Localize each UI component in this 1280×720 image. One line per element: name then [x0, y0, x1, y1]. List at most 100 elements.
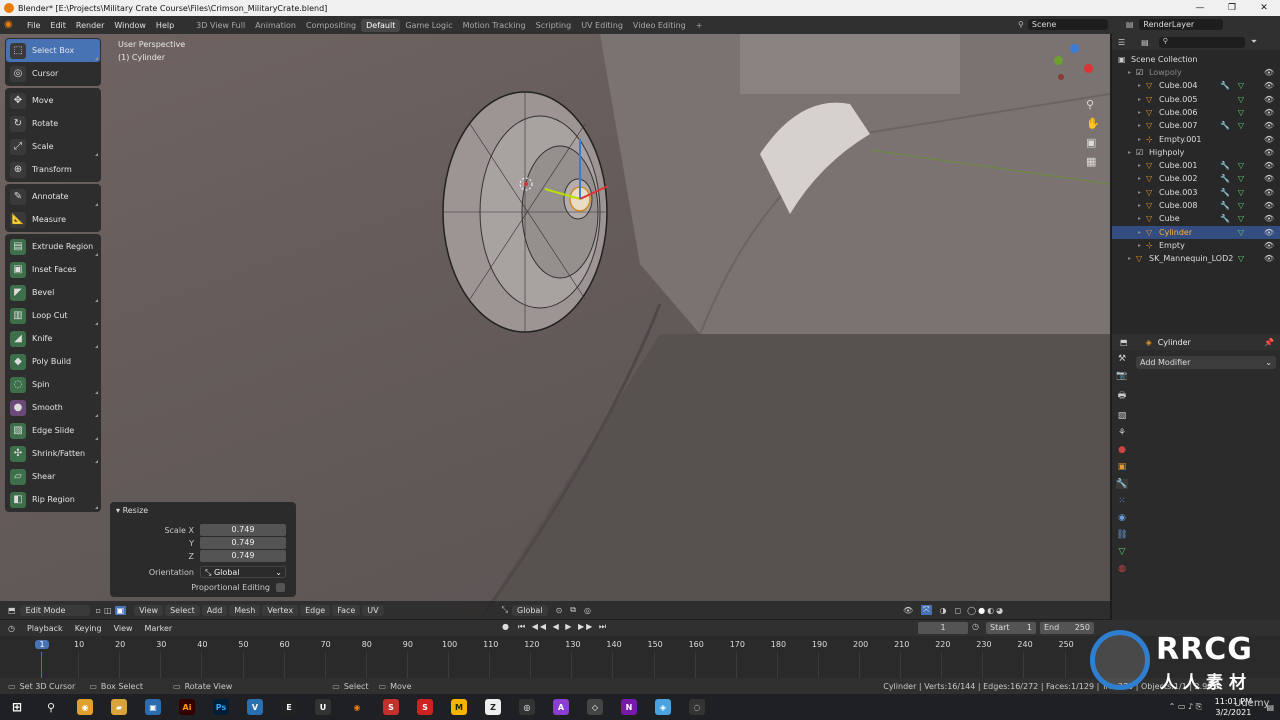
- tool-move[interactable]: ✥ Move: [6, 89, 100, 112]
- scene-collection-row[interactable]: ▣ Scene Collection: [1112, 53, 1280, 66]
- expand-toggle-icon[interactable]: ▸: [1138, 175, 1146, 182]
- marmoset-icon[interactable]: M: [451, 699, 467, 715]
- outliner-row[interactable]: ▸ ▽ Cube.008 🔧 ▽ 👁: [1112, 199, 1280, 212]
- workspace-tab-scripting[interactable]: Scripting: [531, 19, 577, 32]
- mesh-data-icon[interactable]: ▽: [1238, 254, 1244, 263]
- menu-edit[interactable]: Edit: [45, 21, 71, 30]
- outliner-editor-icon[interactable]: ☰: [1118, 38, 1125, 47]
- face-select-icon[interactable]: ▣: [114, 605, 127, 615]
- mesh-data-icon[interactable]: ▽: [1238, 201, 1244, 210]
- object-properties-icon[interactable]: ▣: [1118, 462, 1127, 472]
- timeline-menu-view[interactable]: View: [114, 624, 133, 633]
- outliner-row[interactable]: ▸ ▽ Cube.002 🔧 ▽ 👁: [1112, 172, 1280, 185]
- visibility-eye-icon[interactable]: 👁: [1264, 108, 1274, 117]
- outliner-row[interactable]: ▸ ⊹ Empty.001 👁: [1112, 133, 1280, 146]
- visibility-eye-icon[interactable]: 👁: [1264, 95, 1274, 104]
- record-icon[interactable]: ●: [502, 622, 509, 631]
- tool-poly-build[interactable]: ◆ Poly Build: [6, 350, 100, 373]
- expand-toggle-icon[interactable]: ▸: [1138, 136, 1146, 143]
- timeline-editor-icon[interactable]: ◷: [8, 624, 15, 633]
- substance-designer-icon[interactable]: S: [417, 699, 433, 715]
- edge-select-icon[interactable]: ◫: [104, 606, 112, 615]
- modifier-icon[interactable]: 🔧: [1220, 214, 1230, 223]
- vertex-select-icon[interactable]: ▫: [96, 606, 101, 615]
- visibility-eye-icon[interactable]: 👁: [1264, 201, 1274, 210]
- timeline-menu-playback[interactable]: Playback: [27, 624, 63, 633]
- wireframe-shading-icon[interactable]: ◯: [967, 606, 976, 615]
- output-properties-icon[interactable]: 🖶: [1118, 388, 1127, 404]
- menu-file[interactable]: File: [22, 21, 45, 30]
- overlay-toggle-icon[interactable]: ◑: [940, 606, 947, 615]
- world-properties-icon[interactable]: ●: [1118, 445, 1126, 455]
- tool-rip-region[interactable]: ◧ Rip Region: [6, 488, 100, 511]
- snap-icon[interactable]: ⧉: [570, 605, 576, 615]
- tool-measure[interactable]: 📐 Measure: [6, 208, 100, 231]
- collection-checkbox-icon[interactable]: ☑: [1136, 148, 1145, 157]
- mesh-data-icon[interactable]: ▽: [1238, 108, 1244, 117]
- header-menu-edge[interactable]: Edge: [300, 604, 331, 616]
- visibility-eye-icon[interactable]: 👁: [1264, 161, 1274, 170]
- tool-bevel[interactable]: ◤ Bevel: [6, 281, 100, 304]
- pivot-point-icon[interactable]: ⊙: [556, 606, 563, 615]
- tool-rotate[interactable]: ↻ Rotate: [6, 112, 100, 135]
- header-menu-view[interactable]: View: [134, 604, 164, 616]
- start-frame-field[interactable]: Start 1: [986, 622, 1036, 634]
- outliner-row[interactable]: ▸ ▽ Cube.001 🔧 ▽ 👁: [1112, 159, 1280, 172]
- workspace-tab-game-logic[interactable]: Game Logic: [400, 19, 457, 32]
- blender-taskbar-icon[interactable]: ◉: [349, 699, 365, 715]
- workspace-tab-animation[interactable]: Animation: [250, 19, 301, 32]
- tool-properties-icon[interactable]: ⚒: [1118, 354, 1126, 364]
- tray-icons[interactable]: ⌃ ▭ ♪ ⎘: [1169, 702, 1202, 712]
- menu-window[interactable]: Window: [109, 21, 151, 30]
- scale-x-field[interactable]: 0.749: [200, 524, 286, 536]
- visibility-icon[interactable]: 👁: [903, 606, 913, 615]
- mesh-data-icon[interactable]: ▽: [1238, 188, 1244, 197]
- render-properties-icon[interactable]: 📷: [1116, 371, 1127, 381]
- outliner-row[interactable]: ▸ ▽ Cube.005 ▽ 👁: [1112, 93, 1280, 106]
- outliner-row[interactable]: ▸ ▽ Cube.007 🔧 ▽ 👁: [1112, 119, 1280, 132]
- tool-shrink-fatten[interactable]: ✣ Shrink/Fatten: [6, 442, 100, 465]
- tool-extrude-region[interactable]: ▤ Extrude Region: [6, 235, 100, 258]
- expand-toggle-icon[interactable]: ▸: [1138, 189, 1146, 196]
- zoom-view-icon[interactable]: ⚲: [1086, 98, 1100, 111]
- outliner-row[interactable]: ▸ ⊹ Empty 👁: [1112, 239, 1280, 252]
- close-button[interactable]: ✕: [1248, 0, 1280, 16]
- modifier-icon[interactable]: 🔧: [1220, 188, 1230, 197]
- workspace-tab-compositing[interactable]: Compositing: [301, 19, 361, 32]
- orientation-dropdown[interactable]: ⤡ Global ⌄: [200, 566, 286, 578]
- visibility-eye-icon[interactable]: 👁: [1264, 68, 1274, 77]
- scale-y-field[interactable]: 0.749: [200, 537, 286, 549]
- workspace-tab-uv-editing[interactable]: UV Editing: [576, 19, 628, 32]
- tool-scale[interactable]: ⤢ Scale: [6, 135, 100, 158]
- substance-icon[interactable]: S: [383, 699, 399, 715]
- resize-panel-title[interactable]: ▾ Resize: [116, 506, 148, 515]
- expand-toggle-icon[interactable]: ▸: [1138, 109, 1146, 116]
- tool-knife[interactable]: ◢ Knife: [6, 327, 100, 350]
- header-menu-select[interactable]: Select: [165, 604, 200, 616]
- pin-icon[interactable]: 📌: [1264, 338, 1274, 347]
- tool-loop-cut[interactable]: ▥ Loop Cut: [6, 304, 100, 327]
- visibility-eye-icon[interactable]: 👁: [1264, 188, 1274, 197]
- outliner-row[interactable]: ▸ ▽ Cylinder ▽ 👁: [1112, 225, 1280, 239]
- timeline-menu-keying[interactable]: Keying: [75, 624, 102, 633]
- file-explorer-icon[interactable]: ▰: [111, 699, 127, 715]
- expand-toggle-icon[interactable]: ▸: [1128, 255, 1136, 262]
- expand-toggle-icon[interactable]: ▸: [1128, 149, 1136, 156]
- add-modifier-dropdown[interactable]: Add Modifier ⌄: [1136, 356, 1276, 369]
- visibility-eye-icon[interactable]: 👁: [1264, 228, 1274, 237]
- expand-toggle-icon[interactable]: ▸: [1138, 229, 1146, 236]
- header-menu-add[interactable]: Add: [201, 604, 228, 616]
- modifier-properties-icon[interactable]: 🔧: [1116, 479, 1128, 489]
- render-layer-selector[interactable]: RenderLayer: [1139, 19, 1224, 30]
- mode-selector[interactable]: Edit Mode: [19, 604, 90, 616]
- mesh-data-icon[interactable]: ▽: [1238, 214, 1244, 223]
- visibility-eye-icon[interactable]: 👁: [1264, 174, 1274, 183]
- scene-selector[interactable]: Scene: [1027, 19, 1108, 30]
- maximize-button[interactable]: ❐: [1216, 0, 1248, 16]
- modifier-icon[interactable]: 🔧: [1220, 161, 1230, 170]
- app-icon-2[interactable]: ◇: [587, 699, 603, 715]
- windows-start-icon[interactable]: ⊞: [9, 699, 25, 715]
- mesh-data-icon[interactable]: ▽: [1238, 95, 1244, 104]
- workspace-tab-video-editing[interactable]: Video Editing: [628, 19, 691, 32]
- photoshop-icon[interactable]: Ps: [213, 699, 229, 715]
